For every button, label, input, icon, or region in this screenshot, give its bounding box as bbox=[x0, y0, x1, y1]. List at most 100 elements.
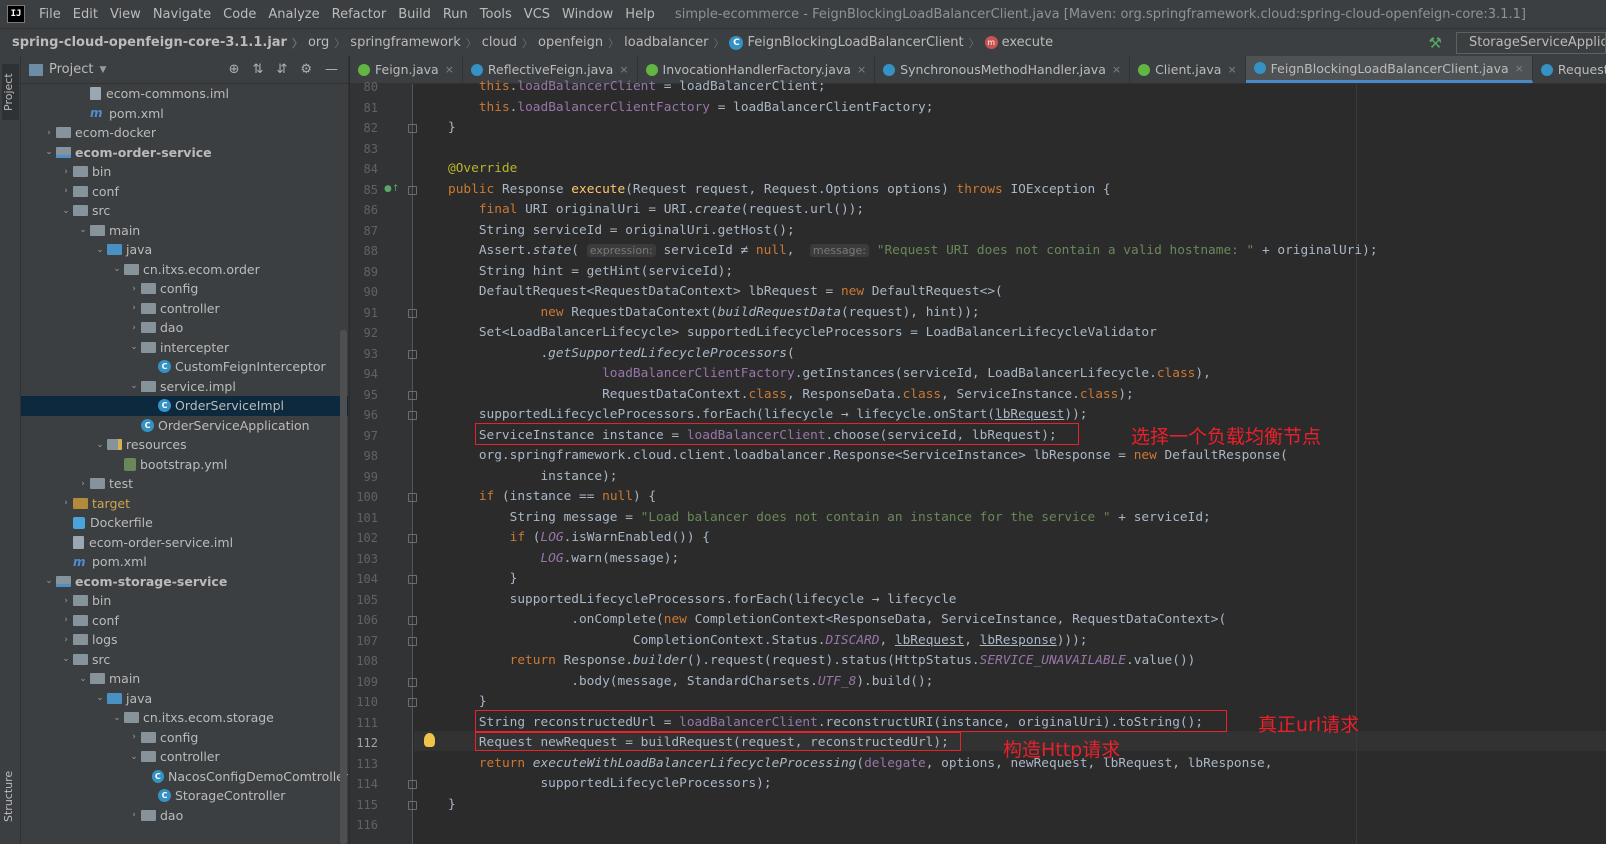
chevron-right-icon[interactable]: › bbox=[59, 498, 73, 508]
tree-item[interactable]: C NacosConfigDemoComtroller bbox=[21, 767, 348, 787]
code-line[interactable]: new RequestDataContext(buildRequestData(… bbox=[448, 303, 979, 323]
tree-item[interactable]: › dao bbox=[21, 806, 348, 826]
code-line[interactable]: Assert.state( expression: serviceId ≠ nu… bbox=[448, 241, 1378, 261]
code-line[interactable]: supportedLifecycleProcessors.forEach(lif… bbox=[448, 405, 1088, 425]
chevron-down-icon[interactable]: ▼ bbox=[99, 65, 106, 75]
fold-marker-icon[interactable] bbox=[408, 349, 417, 359]
build-hammer-icon[interactable]: ⚒ bbox=[1429, 34, 1442, 52]
breadcrumb-item[interactable]: cloud 〉 bbox=[482, 35, 538, 51]
fold-marker-icon[interactable] bbox=[408, 616, 417, 625]
tree-item[interactable]: › conf bbox=[21, 611, 348, 631]
code-line[interactable]: this.loadBalancerClient = loadBalancerCl… bbox=[448, 77, 826, 97]
code-line[interactable]: String hint = getHint(serviceId); bbox=[448, 262, 733, 282]
close-icon[interactable]: × bbox=[857, 63, 866, 76]
tree-item[interactable]: › test bbox=[21, 474, 348, 494]
tree-item[interactable]: Dockerfile bbox=[21, 513, 348, 533]
code-line[interactable]: DefaultRequest<RequestDataContext> lbReq… bbox=[448, 282, 1003, 302]
fold-marker-icon[interactable] bbox=[408, 493, 417, 502]
tree-item[interactable]: ⌄ src bbox=[21, 201, 348, 221]
editor-tab[interactable]: SynchronousMethodHandler.java × bbox=[875, 56, 1131, 83]
tree-item[interactable]: ⌄ cn.itxs.ecom.order bbox=[21, 260, 348, 280]
tree-item[interactable]: C StorageController bbox=[21, 786, 348, 806]
tree-item[interactable]: ⌄ resources bbox=[21, 435, 348, 455]
menu-item-window[interactable]: Window bbox=[556, 7, 619, 22]
code-line[interactable]: org.springframework.cloud.client.loadbal… bbox=[448, 446, 1288, 466]
chevron-down-icon[interactable]: ⌄ bbox=[76, 225, 90, 235]
editor-tab[interactable]: FeignBlockingLoadBalancerClient.java × bbox=[1245, 56, 1533, 83]
chevron-right-icon[interactable]: › bbox=[59, 615, 73, 625]
tree-item[interactable]: bootstrap.yml bbox=[21, 455, 348, 475]
editor-tab[interactable]: Feign.java × bbox=[350, 56, 463, 83]
tree-item[interactable]: › config bbox=[21, 279, 348, 299]
chevron-right-icon[interactable]: › bbox=[127, 810, 141, 820]
menu-item-help[interactable]: Help bbox=[619, 7, 661, 22]
breadcrumb-item[interactable]: springframework 〉 bbox=[350, 35, 481, 51]
tree-item[interactable]: C OrderServiceImpl bbox=[21, 396, 348, 416]
code-line[interactable]: supportedLifecycleProcessors); bbox=[448, 774, 771, 794]
fold-marker-icon[interactable] bbox=[408, 800, 417, 810]
breadcrumb-item[interactable]: loadbalancer 〉 bbox=[624, 35, 729, 51]
project-tool-button[interactable]: Project bbox=[2, 64, 19, 120]
tree-item[interactable]: ⌄ ecom-order-service bbox=[21, 143, 348, 163]
tree-item[interactable]: › dao bbox=[21, 318, 348, 338]
tree-item[interactable]: ⌄ java bbox=[21, 689, 348, 709]
code-line[interactable]: if (instance == null) { bbox=[448, 487, 656, 507]
tree-item[interactable]: ecom-order-service.iml bbox=[21, 533, 348, 553]
gear-icon[interactable]: ⚙ bbox=[300, 62, 312, 77]
tree-item[interactable]: › target bbox=[21, 494, 348, 514]
collapse-all-icon[interactable]: ⇵ bbox=[276, 62, 287, 77]
override-gutter-icon[interactable]: ●↑ bbox=[384, 184, 399, 194]
tree-item[interactable]: ⌄ cn.itxs.ecom.storage bbox=[21, 708, 348, 728]
tree-item[interactable]: m pom.xml bbox=[21, 552, 348, 572]
chevron-down-icon[interactable]: ⌄ bbox=[42, 576, 56, 586]
code-line[interactable]: return executeWithLoadBalancerLifecycleP… bbox=[448, 754, 1273, 774]
fold-marker-icon[interactable] bbox=[408, 534, 417, 543]
code-line[interactable]: .body(message, StandardCharsets.UTF_8).b… bbox=[448, 672, 933, 692]
run-configuration-selector[interactable]: StorageServiceApplication bbox=[1456, 31, 1606, 54]
tree-item[interactable]: › controller bbox=[21, 299, 348, 319]
close-icon[interactable]: × bbox=[619, 63, 628, 76]
chevron-right-icon[interactable]: › bbox=[127, 284, 141, 294]
tree-item[interactable]: ⌄ main bbox=[21, 221, 348, 241]
fold-marker-icon[interactable] bbox=[408, 390, 417, 400]
tree-item[interactable]: ⌄ main bbox=[21, 669, 348, 689]
chevron-right-icon[interactable]: › bbox=[42, 128, 56, 138]
code-line[interactable]: String serviceId = originalUri.getHost()… bbox=[448, 221, 795, 241]
fold-marker-icon[interactable] bbox=[408, 698, 417, 707]
code-line[interactable]: } bbox=[448, 569, 518, 589]
code-line[interactable]: .getSupportedLifecycleProcessors( bbox=[448, 344, 794, 364]
fold-marker-icon[interactable] bbox=[408, 185, 417, 195]
tree-item[interactable]: › config bbox=[21, 728, 348, 748]
tree-item[interactable]: › bin bbox=[21, 162, 348, 182]
chevron-right-icon[interactable]: › bbox=[127, 303, 141, 313]
menu-item-vcs[interactable]: VCS bbox=[518, 7, 556, 22]
code-line[interactable]: supportedLifecycleProcessors.forEach(lif… bbox=[448, 590, 957, 610]
menu-item-refactor[interactable]: Refactor bbox=[326, 7, 393, 22]
close-icon[interactable]: × bbox=[1515, 62, 1524, 75]
editor-tab[interactable]: Request.java× bbox=[1533, 56, 1606, 83]
fold-marker-icon[interactable] bbox=[408, 308, 417, 318]
expand-all-icon[interactable]: ⇅ bbox=[253, 62, 264, 77]
close-icon[interactable]: × bbox=[445, 63, 454, 76]
chevron-right-icon[interactable]: › bbox=[127, 732, 141, 742]
tree-item[interactable]: ⌄ ecom-storage-service bbox=[21, 572, 348, 592]
breadcrumb-item[interactable]: m execute bbox=[984, 35, 1053, 50]
chevron-down-icon[interactable]: ⌄ bbox=[127, 381, 141, 391]
tree-item[interactable]: ⌄ intercepter bbox=[21, 338, 348, 358]
breadcrumb-item[interactable]: spring-cloud-openfeign-core-3.1.1.jar 〉 bbox=[12, 35, 308, 51]
code-line[interactable]: } bbox=[448, 118, 456, 138]
chevron-down-icon[interactable]: ⌄ bbox=[127, 342, 141, 352]
menu-item-analyze[interactable]: Analyze bbox=[262, 7, 325, 22]
chevron-right-icon[interactable]: › bbox=[127, 323, 141, 333]
code-line[interactable]: } bbox=[448, 795, 456, 815]
fold-marker-icon[interactable] bbox=[408, 780, 417, 789]
code-line[interactable]: RequestDataContext.class, ResponseData.c… bbox=[448, 385, 1134, 405]
lightbulb-icon[interactable] bbox=[424, 733, 435, 747]
chevron-down-icon[interactable]: ⌄ bbox=[93, 245, 107, 255]
menu-item-tools[interactable]: Tools bbox=[474, 7, 518, 22]
code-line[interactable]: } bbox=[448, 692, 487, 712]
code-line[interactable]: final URI originalUri = URI.create(reque… bbox=[448, 200, 864, 220]
chevron-right-icon[interactable]: › bbox=[59, 596, 73, 606]
chevron-down-icon[interactable]: ⌄ bbox=[127, 752, 141, 762]
code-line[interactable]: CompletionContext.Status.DISCARD, lbRequ… bbox=[448, 631, 1088, 651]
